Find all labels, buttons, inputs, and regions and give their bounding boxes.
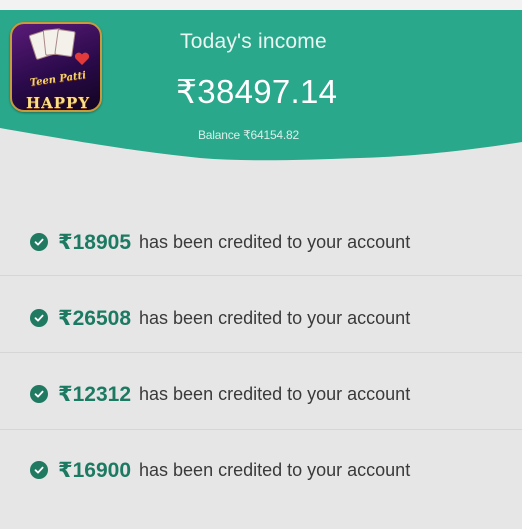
balance-text: Balance ₹64154.82 (198, 128, 299, 142)
credit-row: ₹26508 has been credited to your account (30, 298, 410, 338)
logo-brand-text: HAPPY (25, 94, 91, 112)
app-logo: Teen Patti HAPPY (10, 22, 102, 112)
credit-message: has been credited to your account (139, 231, 411, 252)
income-header: Teen Patti HAPPY Today's income ₹38497.1… (0, 0, 522, 200)
credit-message: has been credited to your account (139, 383, 411, 404)
credit-row: ₹12312 has been credited to your account (30, 374, 410, 414)
credit-row: ₹18905 has been credited to your account (30, 222, 410, 262)
credit-amount: ₹16900 (58, 458, 132, 482)
heart-icon (74, 52, 90, 65)
row-divider (0, 352, 522, 353)
check-circle-icon (30, 233, 48, 251)
credit-amount: ₹12312 (58, 382, 132, 406)
check-circle-icon (30, 309, 48, 327)
row-divider (0, 429, 522, 430)
credit-amount: ₹26508 (58, 306, 132, 330)
row-divider (0, 275, 522, 276)
check-circle-icon (30, 461, 48, 479)
income-label: Today's income (180, 30, 327, 53)
credit-row: ₹16900 has been credited to your account (30, 450, 410, 490)
check-circle-icon (30, 385, 48, 403)
credit-amount: ₹18905 (58, 230, 132, 254)
logo-script-text: Teen Patti (29, 70, 87, 89)
credit-message: has been credited to your account (139, 459, 411, 480)
credit-message: has been credited to your account (139, 307, 411, 328)
income-amount: ₹38497.14 (176, 73, 338, 110)
